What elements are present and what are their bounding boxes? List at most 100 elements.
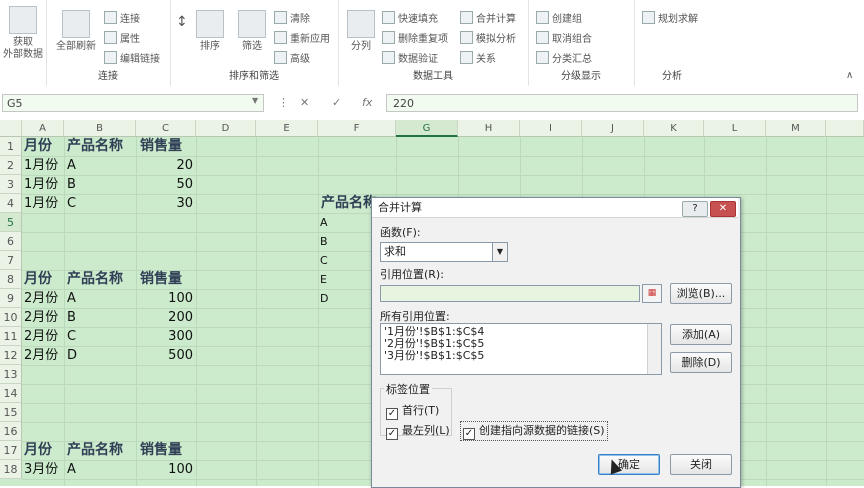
get-external-data-button[interactable]: 获取 外部数据 — [2, 6, 44, 61]
column-header-b[interactable]: B — [64, 120, 136, 137]
cell-c17[interactable]: 销售量 — [140, 441, 182, 460]
cell-a17[interactable]: 月份 — [24, 441, 52, 460]
row-header-13[interactable]: 13 — [0, 365, 22, 384]
connections-button[interactable]: 连接 — [104, 10, 140, 25]
column-header-j[interactable]: J — [582, 120, 644, 137]
first-row-checkbox[interactable]: ✓ 首行(T) — [386, 402, 439, 420]
cell-a2[interactable]: 1月份 — [24, 156, 58, 175]
refresh-all-button[interactable]: 全部刷新 — [52, 10, 100, 53]
name-box-dropdown-icon[interactable]: ▼ — [252, 96, 258, 105]
row-header-5[interactable]: 5 — [0, 213, 22, 232]
row-header-12[interactable]: 12 — [0, 346, 22, 365]
row-header-3[interactable]: 3 — [0, 175, 22, 194]
column-header-l[interactable]: L — [704, 120, 766, 137]
advanced-filter-button[interactable]: 高级 — [274, 50, 310, 65]
column-header-g[interactable]: G — [396, 120, 458, 137]
row-header-17[interactable]: 17 — [0, 441, 22, 460]
column-header-e[interactable]: E — [256, 120, 318, 137]
collapse-ribbon-icon[interactable]: ∧ — [846, 70, 853, 81]
cell-a1[interactable]: 月份 — [24, 137, 52, 156]
insert-function-button[interactable]: fx — [362, 96, 372, 109]
cell-c4[interactable]: 30 — [136, 194, 193, 213]
column-header-a[interactable]: A — [22, 120, 64, 137]
edit-links-button[interactable]: 编辑链接 — [104, 50, 160, 65]
row-header-8[interactable]: 8 — [0, 270, 22, 289]
cell-a11[interactable]: 2月份 — [24, 327, 58, 346]
cell-f4[interactable]: 产品名称 — [321, 194, 377, 213]
text-to-columns-button[interactable]: 分列 — [344, 10, 378, 53]
group-button[interactable]: 创建组 — [536, 10, 582, 25]
cell-c8[interactable]: 销售量 — [140, 270, 182, 289]
data-validation-button[interactable]: 数据验证 — [382, 50, 438, 65]
row-header-2[interactable]: 2 — [0, 156, 22, 175]
cell-a18[interactable]: 3月份 — [24, 460, 58, 479]
cell-c1[interactable]: 销售量 — [140, 137, 182, 156]
consolidate-button[interactable]: 合并计算 — [460, 10, 516, 25]
what-if-button[interactable]: 模拟分析 — [460, 30, 516, 45]
reapply-button[interactable]: 重新应用 — [274, 30, 330, 45]
help-button[interactable]: ? — [682, 201, 708, 217]
reference-input[interactable] — [380, 285, 640, 302]
name-box[interactable]: G5 — [2, 94, 264, 112]
cancel-formula-button[interactable]: ✕ — [300, 96, 309, 109]
cell-c11[interactable]: 300 — [136, 327, 193, 346]
cell-b11[interactable]: C — [67, 327, 76, 346]
add-button[interactable]: 添加(A) — [670, 324, 732, 345]
cell-b12[interactable]: D — [67, 346, 77, 365]
cell-f5[interactable]: A — [320, 213, 328, 232]
row-header-11[interactable]: 11 — [0, 327, 22, 346]
row-header-7[interactable]: 7 — [0, 251, 22, 270]
remove-duplicates-button[interactable]: 删除重复项 — [382, 30, 448, 45]
cell-b1[interactable]: 产品名称 — [67, 137, 123, 156]
properties-button[interactable]: 属性 — [104, 30, 140, 45]
cell-f8[interactable]: E — [320, 270, 327, 289]
column-header-i[interactable]: I — [520, 120, 582, 137]
cell-b4[interactable]: C — [67, 194, 76, 213]
all-references-list[interactable]: '1月份'!$B$1:$C$4 '2月份'!$B$1:$C$5 '3月份'!$B… — [380, 323, 662, 375]
sort-button[interactable]: 排序 — [194, 10, 226, 53]
cell-f6[interactable]: B — [320, 232, 328, 251]
left-column-checkbox[interactable]: ✓ 最左列(L) — [386, 422, 450, 440]
browse-button[interactable]: 浏览(B)... — [670, 283, 732, 304]
list-scrollbar[interactable] — [647, 324, 661, 374]
cell-b17[interactable]: 产品名称 — [67, 441, 123, 460]
row-header-18[interactable]: 18 — [0, 460, 22, 479]
cell-a10[interactable]: 2月份 — [24, 308, 58, 327]
cell-c2[interactable]: 20 — [136, 156, 193, 175]
cell-a8[interactable]: 月份 — [24, 270, 52, 289]
chevron-down-icon[interactable]: ▼ — [492, 243, 507, 261]
filter-button[interactable]: 筛选 — [236, 10, 268, 53]
list-item[interactable]: '3月份'!$B$1:$C$5 — [384, 350, 658, 362]
cell-b18[interactable]: A — [67, 460, 76, 479]
solver-button[interactable]: 规划求解 — [642, 10, 698, 25]
row-header-10[interactable]: 10 — [0, 308, 22, 327]
range-picker-icon[interactable]: ▦ — [642, 284, 662, 303]
row-header-4[interactable]: 4 — [0, 194, 22, 213]
create-links-checkbox[interactable]: ✓ 创建指向源数据的链接(S) — [460, 421, 608, 441]
cell-b3[interactable]: B — [67, 175, 76, 194]
row-header-1[interactable]: 1 — [0, 137, 22, 156]
column-header-d[interactable]: D — [196, 120, 256, 137]
clear-filter-button[interactable]: 清除 — [274, 10, 310, 25]
row-header-6[interactable]: 6 — [0, 232, 22, 251]
cell-f9[interactable]: D — [320, 289, 328, 308]
column-header-f[interactable]: F — [318, 120, 396, 137]
cell-b9[interactable]: A — [67, 289, 76, 308]
row-header-16[interactable]: 16 — [0, 422, 22, 441]
cell-b2[interactable]: A — [67, 156, 76, 175]
cell-c3[interactable]: 50 — [136, 175, 193, 194]
cell-f7[interactable]: C — [320, 251, 328, 270]
sort-asc-button[interactable]: ↕ — [176, 14, 188, 30]
cell-a3[interactable]: 1月份 — [24, 175, 58, 194]
select-all-corner[interactable] — [0, 120, 22, 137]
cell-b8[interactable]: 产品名称 — [67, 270, 123, 289]
column-header-m[interactable]: M — [766, 120, 826, 137]
cell-c18[interactable]: 100 — [136, 460, 193, 479]
cell-c9[interactable]: 100 — [136, 289, 193, 308]
enter-formula-button[interactable]: ✓ — [332, 96, 341, 109]
cell-b10[interactable]: B — [67, 308, 76, 327]
row-header-14[interactable]: 14 — [0, 384, 22, 403]
cell-c12[interactable]: 500 — [136, 346, 193, 365]
close-icon[interactable]: ✕ — [710, 201, 736, 217]
row-header-15[interactable]: 15 — [0, 403, 22, 422]
